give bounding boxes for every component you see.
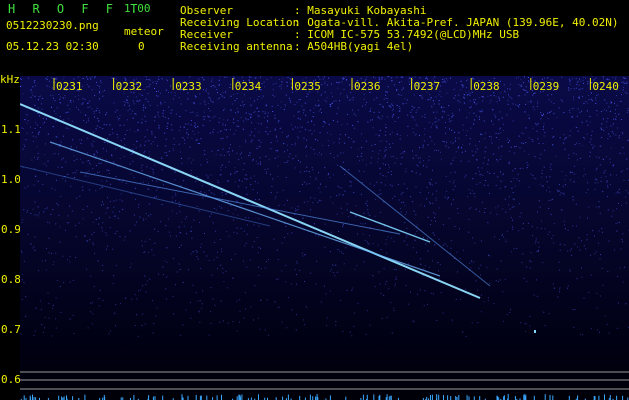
x-tick-label: 0234 [235,80,262,93]
header-panel: H R O F F T 1.00 0512230230.png meteor 0… [0,0,629,76]
spectrogram-canvas: 0231 0232 0233 0234 0235 0236 0237 0238 0239 0240 [20,76,629,400]
x-tick-label: 0233 [175,80,202,93]
meteor-count: 0 [138,40,145,53]
x-tick-label: 0237 [414,80,441,93]
spectrogram-background [20,76,629,400]
x-tick-label: 0240 [592,80,619,93]
x-tick-label: 0236 [354,80,381,93]
x-tick-label: 0238 [473,80,500,93]
y-tick-label: 0.7 [1,323,21,336]
y-tick-label: 0.6 [1,373,21,386]
info-value-antenna: : A504HB(yagi 4el) [294,40,414,53]
y-tick-label: 0.9 [1,223,21,236]
y-tick-label: 0.8 [1,273,21,286]
x-tick-label: 0235 [294,80,321,93]
image-filename: 0512230230.png [6,19,99,32]
y-tick-label: 1.0 [1,173,21,186]
x-tick-label: 0239 [533,80,560,93]
observation-datetime: 05.12.23 02:30 [6,40,99,53]
spectrogram-plot[interactable]: 0231 0232 0233 0234 0235 0236 0237 0238 0239 0240 [20,76,629,400]
app-version: 1.00 [124,2,151,15]
meteor-label: meteor [124,25,164,38]
info-label-antenna: Receiving antenna [180,40,293,53]
app-title: H R O F F T [8,2,143,16]
x-tick-label: 0232 [116,80,143,93]
y-tick-label: 1.1 [1,123,21,136]
signal-blip [534,330,536,333]
x-tick-label: 0231 [56,80,83,93]
y-axis-unit: kHz [0,73,20,86]
